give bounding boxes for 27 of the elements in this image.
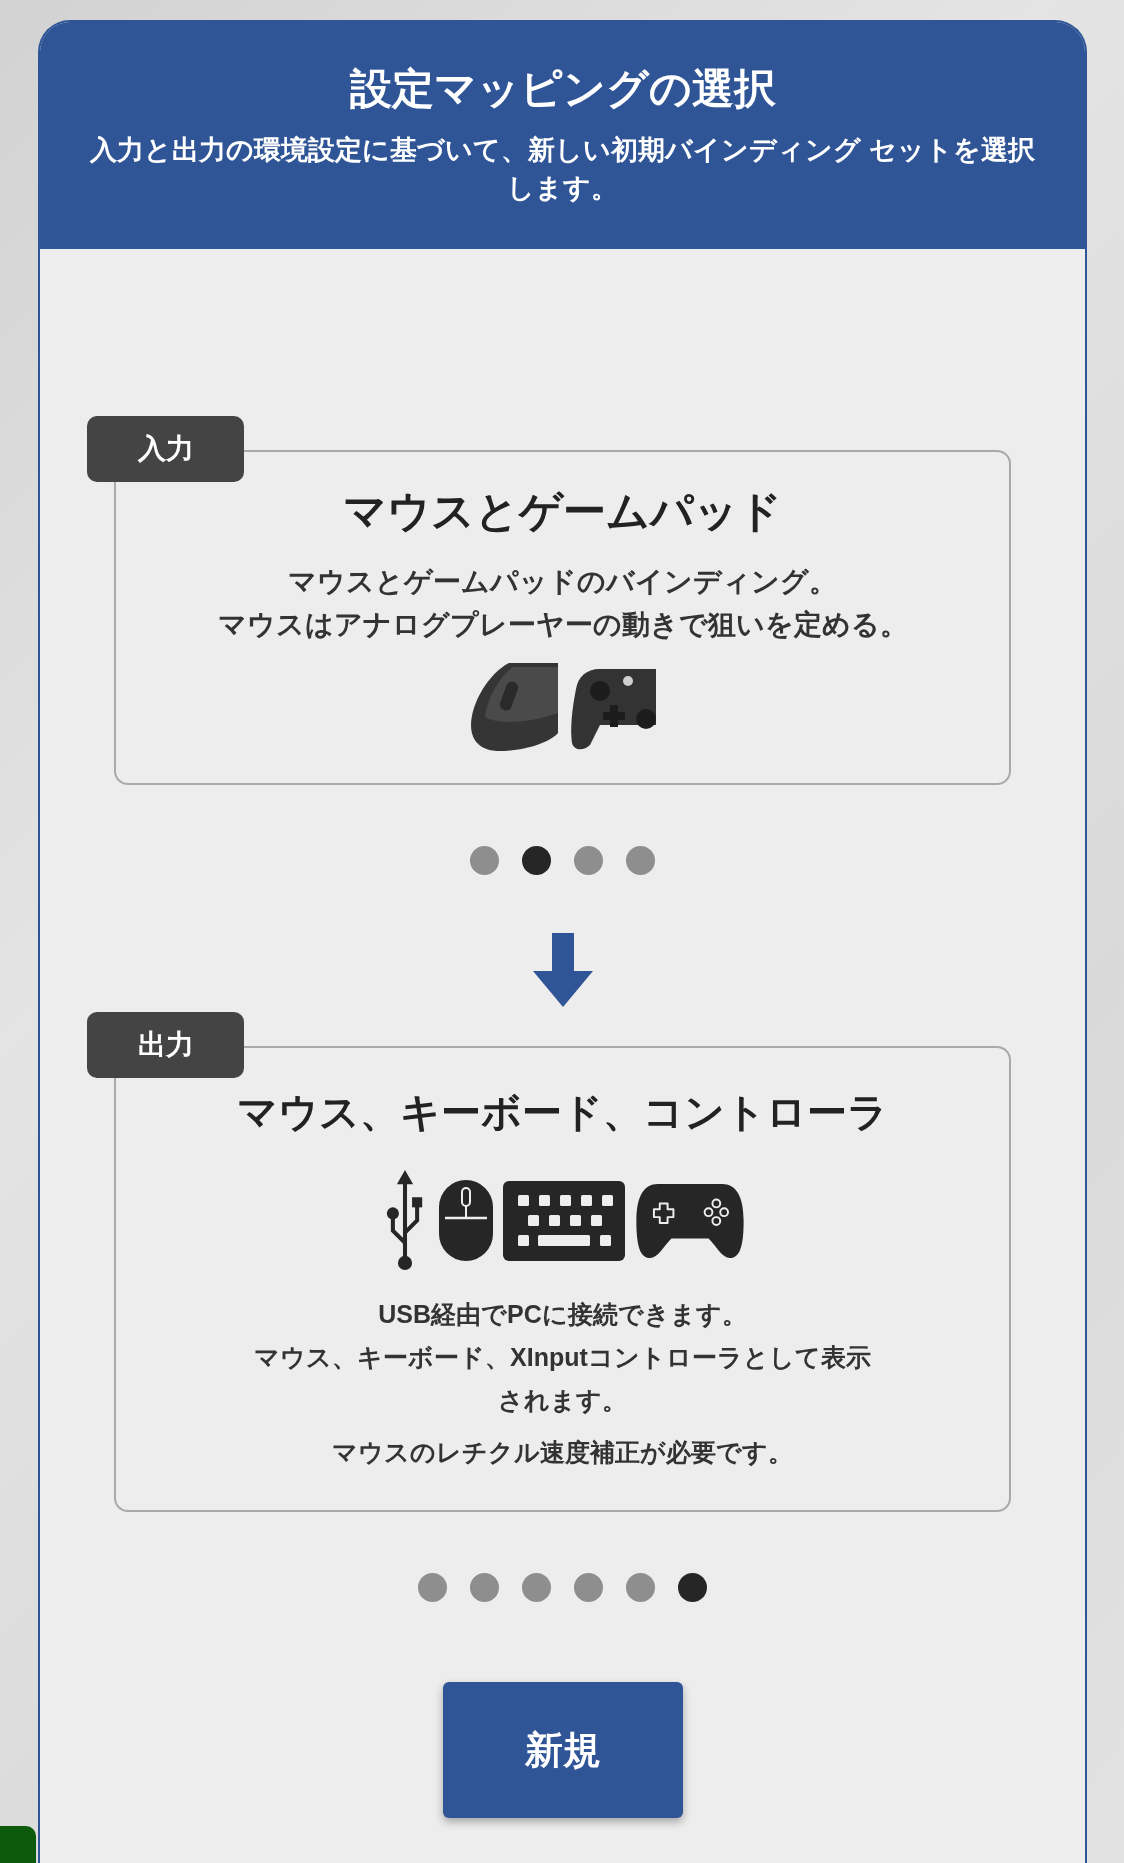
option-title: マウスとゲームパッド	[343, 486, 782, 537]
option-description: マウスのレチクル速度補正が必要です。	[332, 1437, 793, 1468]
down-arrow-icon	[532, 933, 593, 1007]
category-label: 入力	[87, 416, 244, 482]
dialog-title: 設定マッピングの選択	[349, 64, 776, 114]
gamepad-icon	[634, 1181, 745, 1260]
option-description: マウス、キーボード、XInputコントローラとして表示されます。	[253, 1342, 872, 1416]
keyboard-icon	[502, 1180, 625, 1261]
mouse-icon	[469, 663, 558, 751]
new-button[interactable]: 新規	[442, 1682, 683, 1818]
pager-dot[interactable]	[522, 1573, 551, 1602]
option-title: マウス、キーボード、コントローラ	[237, 1089, 888, 1136]
pager-dot[interactable]	[574, 1573, 603, 1602]
option-description: マウスはアナログプレーヤーの動きで狙いを定める。	[217, 608, 908, 642]
pager-dot[interactable]	[626, 1573, 655, 1602]
option-description: マウスとゲームパッドのバインディング。	[288, 565, 837, 599]
option-description: USB経由でPCに接続できます。	[378, 1299, 747, 1330]
pager-dot[interactable]	[574, 846, 603, 875]
pager-dot[interactable]	[470, 1573, 499, 1602]
pager-dot[interactable]	[678, 1573, 707, 1602]
category-label: 出力	[87, 1012, 244, 1078]
pager-dot[interactable]	[470, 846, 499, 875]
mouse-icon	[438, 1180, 493, 1261]
dialog-subtitle: 入力と出力の環境設定に基づいて、新しい初期バインディング セットを選択します。	[88, 134, 1036, 205]
pager-dot[interactable]	[522, 846, 551, 875]
pager-dot[interactable]	[418, 1573, 447, 1602]
pager-dot[interactable]	[626, 846, 655, 875]
